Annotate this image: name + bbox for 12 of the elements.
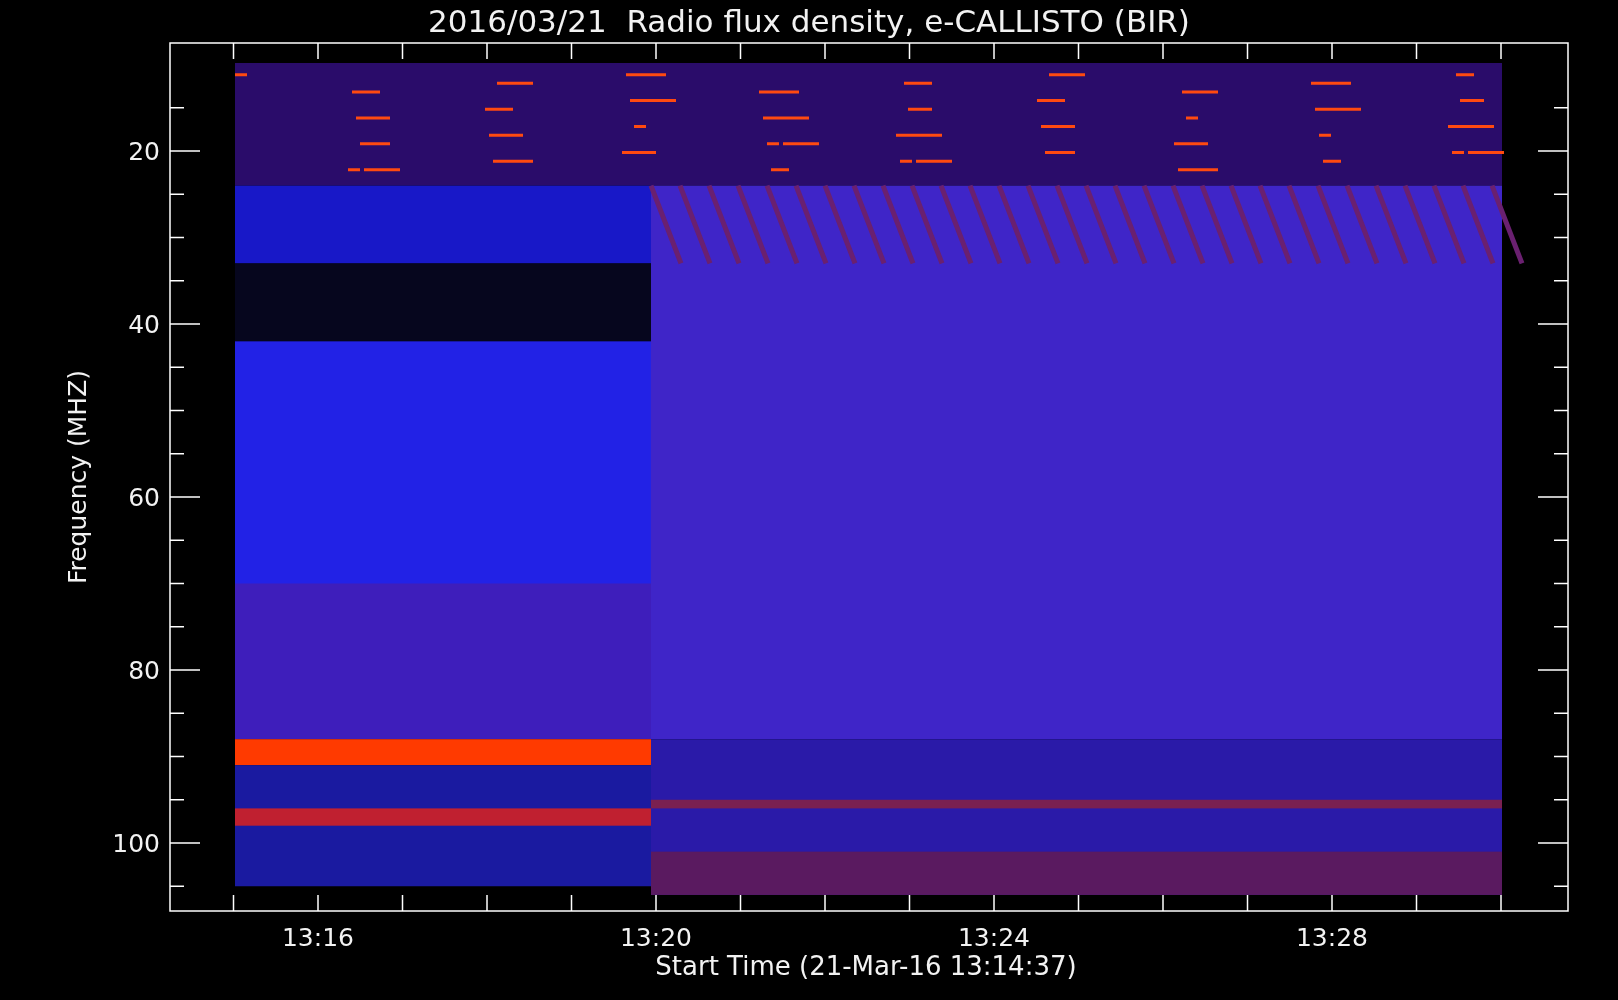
y-tick-label: 40 — [128, 310, 160, 339]
x-tick-label: 13:16 — [282, 923, 354, 952]
x-tick-label: 13:28 — [1296, 923, 1368, 952]
chart-title: 2016/03/21 Radio flux density, e-CALLISTO (BIR) — [428, 3, 1190, 39]
y-tick-label: 60 — [128, 483, 160, 512]
x-tick-label: 13:24 — [958, 923, 1030, 952]
y-axis-label: Frequency (MHZ) — [63, 369, 92, 585]
x-tick-label: 13:20 — [620, 923, 692, 952]
y-tick-label: 100 — [112, 829, 160, 858]
x-axis-label: Start Time (21-Mar-16 13:14:37) — [655, 951, 1077, 981]
y-tick-label: 20 — [128, 137, 160, 166]
y-tick-label: 80 — [128, 656, 160, 685]
